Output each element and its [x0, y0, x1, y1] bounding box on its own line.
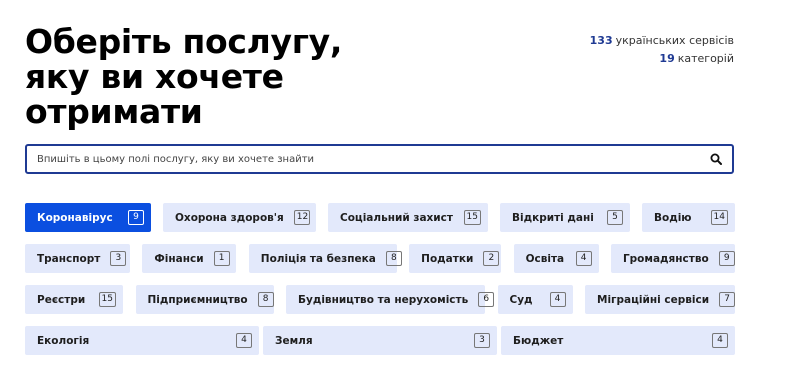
category-label: Громадянство [622, 252, 709, 265]
category-label: Відкриті дані [512, 211, 594, 224]
search-box [25, 144, 734, 174]
category-count-badge: 3 [474, 333, 490, 348]
page-title: Оберіть послугу, яку ви хочете отримати [25, 24, 342, 129]
category-count-badge: 8 [385, 251, 402, 266]
category-count-badge: 15 [98, 292, 116, 307]
category-count-badge: 7 [719, 292, 736, 307]
category-court[interactable]: Суд 4 [497, 285, 573, 314]
category-count-badge: 1 [213, 251, 230, 266]
category-count-badge: 4 [236, 333, 252, 348]
title-line-3: отримати [25, 92, 203, 131]
category-construction-realty[interactable]: Будівництво та нерухомість 6 [286, 285, 495, 314]
category-count-badge: 2 [483, 251, 500, 266]
category-taxes[interactable]: Податки 2 [409, 244, 502, 273]
category-count-badge: 4 [575, 251, 592, 266]
category-land[interactable]: Земля 3 [263, 326, 497, 355]
category-count-badge: 15 [463, 210, 481, 225]
categories-count-line: 19 категорій [590, 50, 734, 68]
category-label: Охорона здоров'я [175, 211, 284, 224]
category-count-badge: 14 [710, 210, 728, 225]
category-social-protection[interactable]: Соціальний захист 15 [328, 203, 488, 232]
category-count-badge: 8 [257, 292, 274, 307]
categories-label: категорій [677, 52, 734, 65]
category-label: Екологія [37, 334, 90, 347]
category-health[interactable]: Охорона здоров'я 12 [163, 203, 316, 232]
category-open-data[interactable]: Відкриті дані 5 [500, 203, 630, 232]
category-driver[interactable]: Водію 14 [642, 203, 735, 232]
category-label: Водію [654, 211, 692, 224]
category-label: Фінанси [154, 252, 204, 265]
category-education[interactable]: Освіта 4 [513, 244, 599, 273]
category-row: Транспорт 3 Фінанси 1 Поліція та безпека… [25, 244, 735, 273]
title-line-1: Оберіть послугу, [25, 22, 343, 61]
services-count: 133 [589, 34, 613, 47]
category-label: Коронавірус [37, 211, 113, 224]
category-migration-services[interactable]: Міграційні сервіси 7 [585, 285, 736, 314]
category-label: Поліція та безпека [260, 252, 376, 265]
category-count-badge: 5 [607, 210, 623, 225]
category-row: Коронавірус 9 Охорона здоров'я 12 Соціал… [25, 203, 735, 232]
categories-count: 19 [659, 52, 675, 65]
category-finance[interactable]: Фінанси 1 [142, 244, 237, 273]
category-label: Міграційні сервіси [597, 293, 710, 306]
category-label: Бюджет [513, 334, 564, 347]
category-coronavirus[interactable]: Коронавірус 9 [25, 203, 151, 232]
category-label: Реєстри [37, 293, 86, 306]
service-stats: 133 українських сервісів 19 категорій [590, 32, 734, 68]
search-icon[interactable] [710, 153, 722, 165]
title-line-2: яку ви хочете [25, 57, 284, 96]
category-citizenship[interactable]: Громадянство 9 [610, 244, 735, 273]
category-count-badge: 12 [293, 210, 310, 225]
category-label: Будівництво та нерухомість [298, 293, 469, 306]
category-count-badge: 9 [718, 251, 735, 266]
category-list: Коронавірус 9 Охорона здоров'я 12 Соціал… [25, 203, 736, 367]
category-ecology[interactable]: Екологія 4 [25, 326, 259, 355]
category-count-badge: 3 [110, 251, 127, 266]
category-registries[interactable]: Реєстри 15 [25, 285, 123, 314]
category-count-badge: 9 [128, 210, 144, 225]
category-label: Підприємництво [147, 293, 248, 306]
category-label: Соціальний захист [340, 211, 453, 224]
category-row: Реєстри 15 Підприємництво 8 Будівництво … [25, 285, 736, 314]
category-label: Освіта [525, 252, 565, 265]
category-police-security[interactable]: Поліція та безпека 8 [248, 244, 402, 273]
category-transport[interactable]: Транспорт 3 [25, 244, 130, 273]
search-input[interactable] [37, 146, 687, 172]
category-row: Екологія 4 Земля 3 Бюджет 4 [25, 326, 735, 355]
category-budget[interactable]: Бюджет 4 [501, 326, 735, 355]
services-label: українських сервісів [615, 34, 734, 47]
category-count-badge: 6 [478, 292, 495, 307]
category-label: Земля [275, 334, 313, 347]
category-count-badge: 4 [549, 292, 566, 307]
category-count-badge: 4 [712, 333, 728, 348]
category-label: Суд [509, 293, 533, 306]
category-label: Податки [421, 252, 474, 265]
category-entrepreneurship[interactable]: Підприємництво 8 [135, 285, 274, 314]
services-count-line: 133 українських сервісів [590, 32, 734, 50]
category-label: Транспорт [37, 252, 101, 265]
